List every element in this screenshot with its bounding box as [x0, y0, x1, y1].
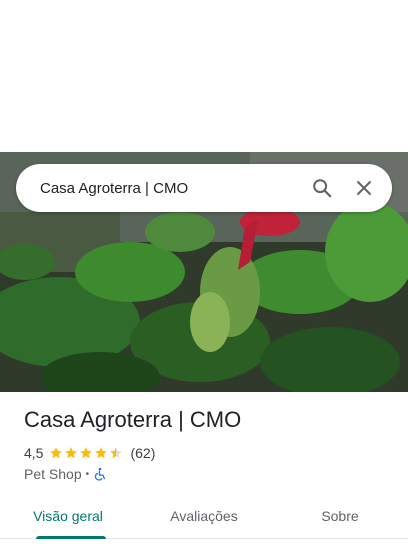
separator-dot: •	[85, 468, 90, 480]
active-tab-indicator	[36, 536, 106, 539]
search-button[interactable]	[304, 170, 340, 206]
place-category: Pet Shop	[24, 466, 82, 482]
tab-reviews-label: Avaliações	[170, 508, 238, 524]
rating-row[interactable]: 4,5 (62)	[24, 444, 155, 462]
rating-stars	[49, 446, 124, 460]
tab-about[interactable]: Sobre	[272, 494, 408, 538]
tab-overview[interactable]: Visão geral	[0, 494, 136, 539]
place-title: Casa Agroterra | CMO	[24, 407, 242, 432]
review-count[interactable]: (62)	[130, 445, 155, 461]
tab-reviews[interactable]: Avaliações	[136, 494, 272, 538]
search-icon	[313, 179, 332, 198]
tab-about-label: Sobre	[321, 508, 359, 524]
star-icon	[65, 447, 78, 459]
close-icon	[357, 181, 371, 195]
rating-value: 4,5	[24, 445, 44, 461]
search-input[interactable]: Casa Agroterra | CMO	[40, 180, 304, 197]
top-blank-area	[0, 0, 408, 152]
place-tabs: Visão geral Avaliações Sobre	[0, 494, 408, 539]
category-row: Pet Shop •	[24, 465, 107, 483]
star-icon	[110, 447, 123, 459]
search-bar[interactable]: Casa Agroterra | CMO	[16, 164, 392, 212]
star-icon	[95, 447, 108, 459]
tab-overview-label: Visão geral	[33, 508, 103, 524]
star-icon	[50, 447, 63, 459]
wheelchair-icon	[93, 467, 107, 481]
star-icon	[80, 447, 93, 459]
close-button[interactable]	[346, 170, 382, 206]
